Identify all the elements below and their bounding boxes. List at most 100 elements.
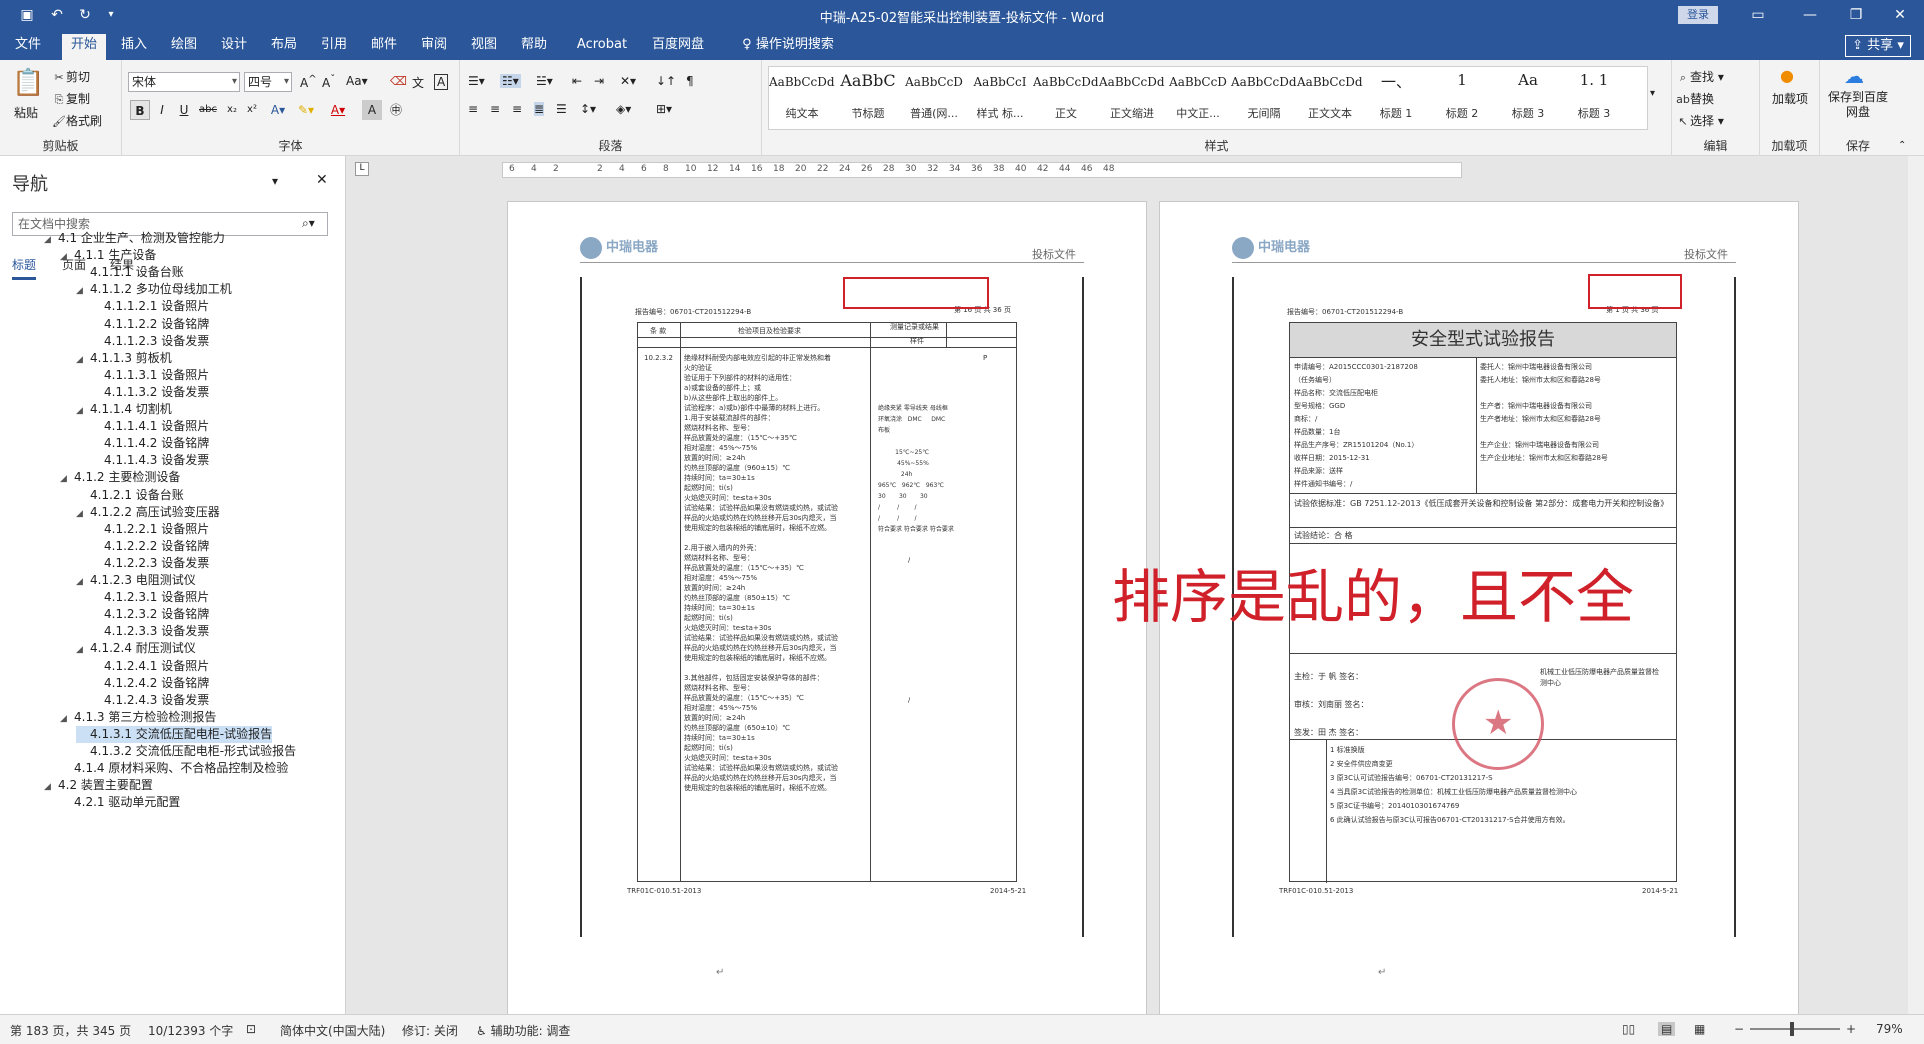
collapse-triangle-icon[interactable]: ◢ (44, 232, 58, 249)
nav-heading-item[interactable]: 4.1.1.3.2 设备发票 (90, 384, 209, 401)
replace-button[interactable]: ab替换 (1676, 90, 1714, 107)
select-button[interactable]: ↖ 选择 ▾ (1676, 112, 1723, 129)
collapse-triangle-icon[interactable]: ◢ (76, 506, 90, 523)
strikethrough-icon[interactable]: abc (198, 100, 218, 120)
zoom-thumb[interactable] (1790, 1022, 1794, 1036)
font-size-combo[interactable]: 四号 (244, 72, 292, 92)
distributed-icon[interactable]: ☰ (556, 102, 567, 116)
grow-font-icon[interactable]: A^ (300, 74, 317, 90)
multilevel-list-icon[interactable]: ☱▾ (536, 74, 553, 88)
nav-heading-item[interactable]: 4.1.2.2.2 设备铭牌 (90, 538, 209, 555)
highlight-icon[interactable]: ✎▾ (296, 100, 316, 120)
nav-heading-item[interactable]: 4.1.2.3.2 设备铭牌 (90, 606, 209, 623)
nav-heading-item[interactable]: 4.1.1.2.1 设备照片 (90, 298, 209, 315)
justify-icon[interactable]: ≣ (534, 102, 545, 116)
subscript-icon[interactable]: x₂ (222, 100, 242, 120)
phonetic-guide-icon[interactable]: 文 (412, 74, 424, 91)
chinese-layout-icon[interactable]: ✕▾ (620, 74, 636, 88)
baidu-netdisk-icon[interactable]: ☁ (1844, 64, 1864, 88)
page-count[interactable]: 第 183 页，共 345 页 (10, 1022, 131, 1039)
nav-heading-item[interactable]: ◢ 4.1.2.2 高压试验变压器 (76, 504, 220, 521)
nav-heading-item[interactable]: 4.1.1.4.2 设备铭牌 (90, 435, 209, 452)
tab-acrobat[interactable]: Acrobat (572, 36, 632, 60)
style-item[interactable]: AaBbCcI 样式 标... (967, 67, 1033, 129)
nav-heading-item[interactable]: 4.1.1.4.3 设备发票 (90, 452, 209, 469)
tab-file[interactable]: 文件 (8, 36, 48, 60)
share-button[interactable]: ⇪ 共享 ▾ (1845, 35, 1911, 57)
clear-formatting-icon[interactable]: ⌫ (390, 74, 407, 88)
format-painter-button[interactable]: 🖌格式刷 (52, 112, 102, 129)
show-formatting-icon[interactable]: ¶ (686, 74, 694, 88)
nav-heading-item[interactable]: ◢ 4.1.1.4 切割机 (76, 401, 172, 418)
italic-icon[interactable]: I (152, 100, 172, 120)
nav-heading-item[interactable]: 4.1.4 原材料采购、不合格品控制及检验 (60, 760, 288, 777)
borders-icon[interactable]: ⊞▾ (656, 102, 672, 116)
login-button[interactable]: 登录 (1678, 6, 1718, 24)
style-item[interactable]: AaBbCcDdI 正文 (1033, 67, 1099, 129)
nav-heading-item[interactable]: 4.2.1 驱动单元配置 (60, 794, 180, 811)
addins-button[interactable]: 加载项 (1770, 90, 1810, 107)
tab-layout[interactable]: 布局 (266, 36, 302, 60)
style-item[interactable]: AaBbCcD 普通(网... (901, 67, 967, 129)
enclose-characters-icon[interactable]: ㊥ (386, 100, 406, 120)
superscript-icon[interactable]: x² (242, 100, 262, 120)
language[interactable]: 简体中文(中国大陆) (280, 1022, 385, 1039)
underline-icon[interactable]: U (174, 100, 194, 120)
style-item[interactable]: 1 标题 2 (1429, 67, 1495, 129)
collapse-triangle-icon[interactable]: ◢ (60, 249, 74, 266)
style-item[interactable]: 一、 标题 1 (1363, 67, 1429, 129)
nav-heading-item[interactable]: 4.1.2.4.3 设备发票 (90, 692, 209, 709)
change-case-icon[interactable]: Aa▾ (346, 74, 368, 88)
decrease-indent-icon[interactable]: ⇤ (572, 74, 582, 88)
nav-search-icon[interactable]: ⌕▾ (302, 216, 315, 231)
tab-review[interactable]: 审阅 (416, 36, 452, 60)
collapse-triangle-icon[interactable]: ◢ (76, 403, 90, 420)
accessibility-status[interactable]: ♿ 辅助功能: 调查 (476, 1022, 570, 1039)
style-item[interactable]: AaBbCcDdI 正文文本 (1297, 67, 1363, 129)
bold-icon[interactable]: B (130, 100, 150, 120)
align-center-icon[interactable]: ≡ (490, 102, 500, 116)
nav-heading-item[interactable]: ◢ 4.1.2 主要检测设备 (60, 469, 180, 486)
tab-draw[interactable]: 绘图 (166, 36, 202, 60)
nav-heading-item[interactable]: 4.1.3.1 交流低压配电柜-试验报告 (76, 725, 273, 743)
paste-icon[interactable]: 📋 (12, 68, 44, 98)
nav-heading-item[interactable]: 4.1.1.2.2 设备铭牌 (90, 316, 209, 333)
save-to-baidu-button[interactable]: 保存到百度网盘 (1824, 90, 1892, 120)
sort-icon[interactable]: ↓↑ (656, 74, 676, 88)
find-button[interactable]: ⌕ 查找 ▾ (1676, 68, 1724, 85)
nav-heading-item[interactable]: ◢ 4.2 装置主要配置 (44, 777, 153, 794)
addins-icon[interactable]: ● (1780, 66, 1794, 85)
nav-heading-item[interactable]: 4.1.2.2.1 设备照片 (90, 521, 209, 538)
collapse-triangle-icon[interactable]: ◢ (76, 283, 90, 300)
nav-heading-item[interactable]: 4.1.2.2.3 设备发票 (90, 555, 209, 572)
nav-heading-item[interactable]: ◢ 4.1.1.3 剪板机 (76, 350, 172, 367)
tab-insert[interactable]: 插入 (116, 36, 152, 60)
style-item[interactable]: AaBbCcDdI 无间隔 (1231, 67, 1297, 129)
nav-heading-item[interactable]: 4.1.1.4.1 设备照片 (90, 418, 209, 435)
character-shading-icon[interactable]: A (362, 100, 382, 120)
nav-heading-item[interactable]: 4.1.2.4.1 设备照片 (90, 658, 209, 675)
track-changes[interactable]: 修订: 关闭 (402, 1022, 458, 1039)
tab-view[interactable]: 视图 (466, 36, 502, 60)
tab-baidu-netdisk[interactable]: 百度网盘 (646, 36, 710, 60)
ribbon-display-options-icon[interactable]: ▭ (1738, 4, 1778, 26)
style-item[interactable]: AaBbCcD 中文正... (1165, 67, 1231, 129)
styles-more-icon[interactable]: ▾ (1650, 88, 1655, 99)
tab-mailings[interactable]: 邮件 (366, 36, 402, 60)
nav-heading-item[interactable]: ◢ 4.1 企业生产、检测及管控能力 (44, 230, 225, 247)
tab-references[interactable]: 引用 (316, 36, 352, 60)
nav-heading-item[interactable]: ◢ 4.1.2.4 耐压测试仪 (76, 640, 196, 657)
collapse-triangle-icon[interactable]: ◢ (44, 779, 58, 796)
horizontal-ruler[interactable]: 6 4 2 2 4 6 8 10 12 14 16 18 20 22 24 26 28 30 32 34 36 38 40 4… (502, 162, 1462, 178)
proofing-icon[interactable]: ⊡ (246, 1022, 256, 1036)
nav-heading-item[interactable]: 4.1.2.4.2 设备铭牌 (90, 675, 209, 692)
nav-heading-item[interactable]: ◢ 4.1.2.3 电阻测试仪 (76, 572, 196, 589)
tab-selector-icon[interactable]: L (355, 162, 369, 176)
nav-heading-item[interactable]: 4.1.1.3.1 设备照片 (90, 367, 209, 384)
font-color-icon[interactable]: A▾ (328, 100, 348, 120)
nav-close-icon[interactable]: ✕ (316, 172, 328, 188)
close-icon[interactable]: ✕ (1880, 4, 1920, 26)
style-item[interactable]: 1. 1 标题 3 (1561, 67, 1627, 129)
nav-heading-item[interactable]: ◢ 4.1.3 第三方检验检测报告 (60, 709, 216, 726)
collapse-triangle-icon[interactable]: ◢ (76, 574, 90, 591)
